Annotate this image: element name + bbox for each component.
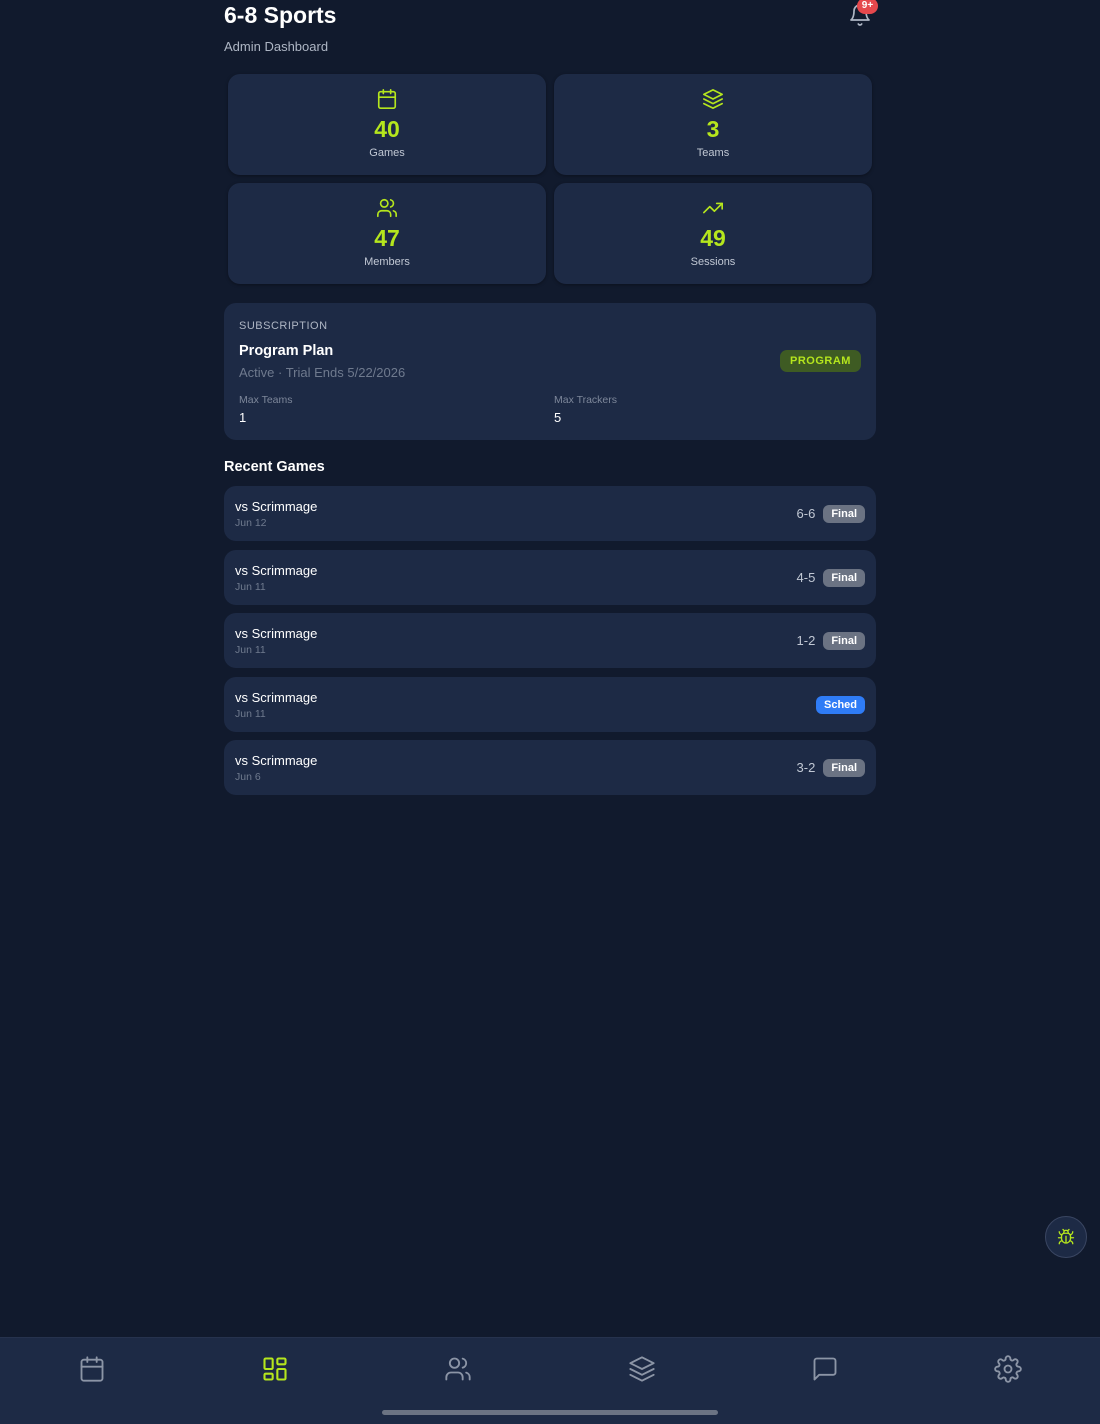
game-score: 6-6 xyxy=(796,506,816,521)
limit-value-max-teams: 1 xyxy=(239,410,247,425)
game-row[interactable]: vs Scrimmage Jun 11 Sched xyxy=(224,677,876,732)
chat-icon xyxy=(813,1357,837,1381)
game-date: Jun 12 xyxy=(235,517,267,529)
app-title: 6-8 Sports xyxy=(224,2,337,28)
calendar-icon xyxy=(376,88,398,110)
game-date: Jun 11 xyxy=(235,581,266,593)
game-date: Jun 11 xyxy=(235,708,266,720)
game-opponent: vs Scrimmage xyxy=(235,690,318,705)
game-opponent: vs Scrimmage xyxy=(235,626,318,641)
stat-card-games[interactable]: 40 Games xyxy=(228,74,546,175)
users-icon xyxy=(445,1357,471,1381)
users-icon xyxy=(376,197,398,219)
status-badge: Sched xyxy=(815,695,865,714)
plan-status: Active · Trial Ends 5/22/2026 xyxy=(239,365,406,380)
nav-item-dashboard[interactable] xyxy=(261,1355,289,1383)
game-row[interactable]: vs Scrimmage Jun 6 3-2 Final xyxy=(224,740,876,795)
stat-label: Teams xyxy=(696,147,730,159)
bottom-nav xyxy=(0,1337,1100,1424)
game-opponent: vs Scrimmage xyxy=(235,563,318,578)
trending-up-icon xyxy=(702,197,724,219)
notification-badge: 9+ xyxy=(857,0,878,14)
limit-label-max-trackers: Max Trackers xyxy=(554,394,618,406)
page-subtitle: Admin Dashboard xyxy=(224,39,329,54)
stat-label: Sessions xyxy=(690,256,736,268)
plan-name: Program Plan xyxy=(239,343,334,359)
status-badge: Final xyxy=(823,568,865,587)
subscription-kicker: SUBSCRIPTION xyxy=(239,320,328,332)
stat-value: 3 xyxy=(706,116,720,142)
bug-icon xyxy=(1057,1228,1075,1245)
dashboard-grid-icon xyxy=(263,1357,287,1381)
nav-item-teams[interactable] xyxy=(628,1355,656,1383)
limit-value-max-trackers: 5 xyxy=(554,410,562,425)
nav-item-schedule[interactable] xyxy=(78,1355,106,1383)
home-indicator xyxy=(382,1410,718,1415)
limit-label-max-teams: Max Teams xyxy=(239,394,293,406)
layers-icon xyxy=(629,1356,655,1382)
game-row[interactable]: vs Scrimmage Jun 12 6-6 Final xyxy=(224,486,876,541)
game-row[interactable]: vs Scrimmage Jun 11 1-2 Final xyxy=(224,613,876,668)
game-score: 1-2 xyxy=(796,633,816,648)
stat-value: 40 xyxy=(374,116,400,142)
status-badge: Final xyxy=(823,631,865,650)
stat-value: 49 xyxy=(700,225,726,251)
status-badge: Final xyxy=(823,504,865,523)
debug-button[interactable] xyxy=(1045,1216,1087,1258)
stat-card-members[interactable]: 47 Members xyxy=(228,183,546,284)
admin-dashboard: 6-8 Sports Admin Dashboard 9+ 40 Games 3… xyxy=(0,0,1100,1424)
game-row[interactable]: vs Scrimmage Jun 11 4-5 Final xyxy=(224,550,876,605)
stat-value: 47 xyxy=(374,225,400,251)
layers-icon xyxy=(702,88,724,110)
game-date: Jun 6 xyxy=(235,771,261,783)
gear-icon xyxy=(994,1355,1022,1383)
game-score: 4-5 xyxy=(796,570,816,585)
game-score: 3-2 xyxy=(796,760,816,775)
game-opponent: vs Scrimmage xyxy=(235,499,318,514)
header: 6-8 Sports Admin Dashboard 9+ xyxy=(224,0,878,60)
nav-item-messages[interactable] xyxy=(811,1355,839,1383)
stat-label: Games xyxy=(369,147,405,159)
recent-games-title: Recent Games xyxy=(224,459,325,475)
calendar-icon xyxy=(80,1356,104,1382)
status-badge: Final xyxy=(823,758,865,777)
plan-badge: PROGRAM xyxy=(780,350,861,372)
stat-label: Members xyxy=(364,256,410,268)
nav-item-members[interactable] xyxy=(444,1355,472,1383)
nav-item-settings[interactable] xyxy=(994,1355,1022,1383)
game-opponent: vs Scrimmage xyxy=(235,753,318,768)
stat-card-teams[interactable]: 3 Teams xyxy=(554,74,872,175)
stat-card-sessions[interactable]: 49 Sessions xyxy=(554,183,872,284)
subscription-card[interactable]: SUBSCRIPTION Program Plan Active · Trial… xyxy=(224,303,876,440)
game-date: Jun 11 xyxy=(235,644,266,656)
